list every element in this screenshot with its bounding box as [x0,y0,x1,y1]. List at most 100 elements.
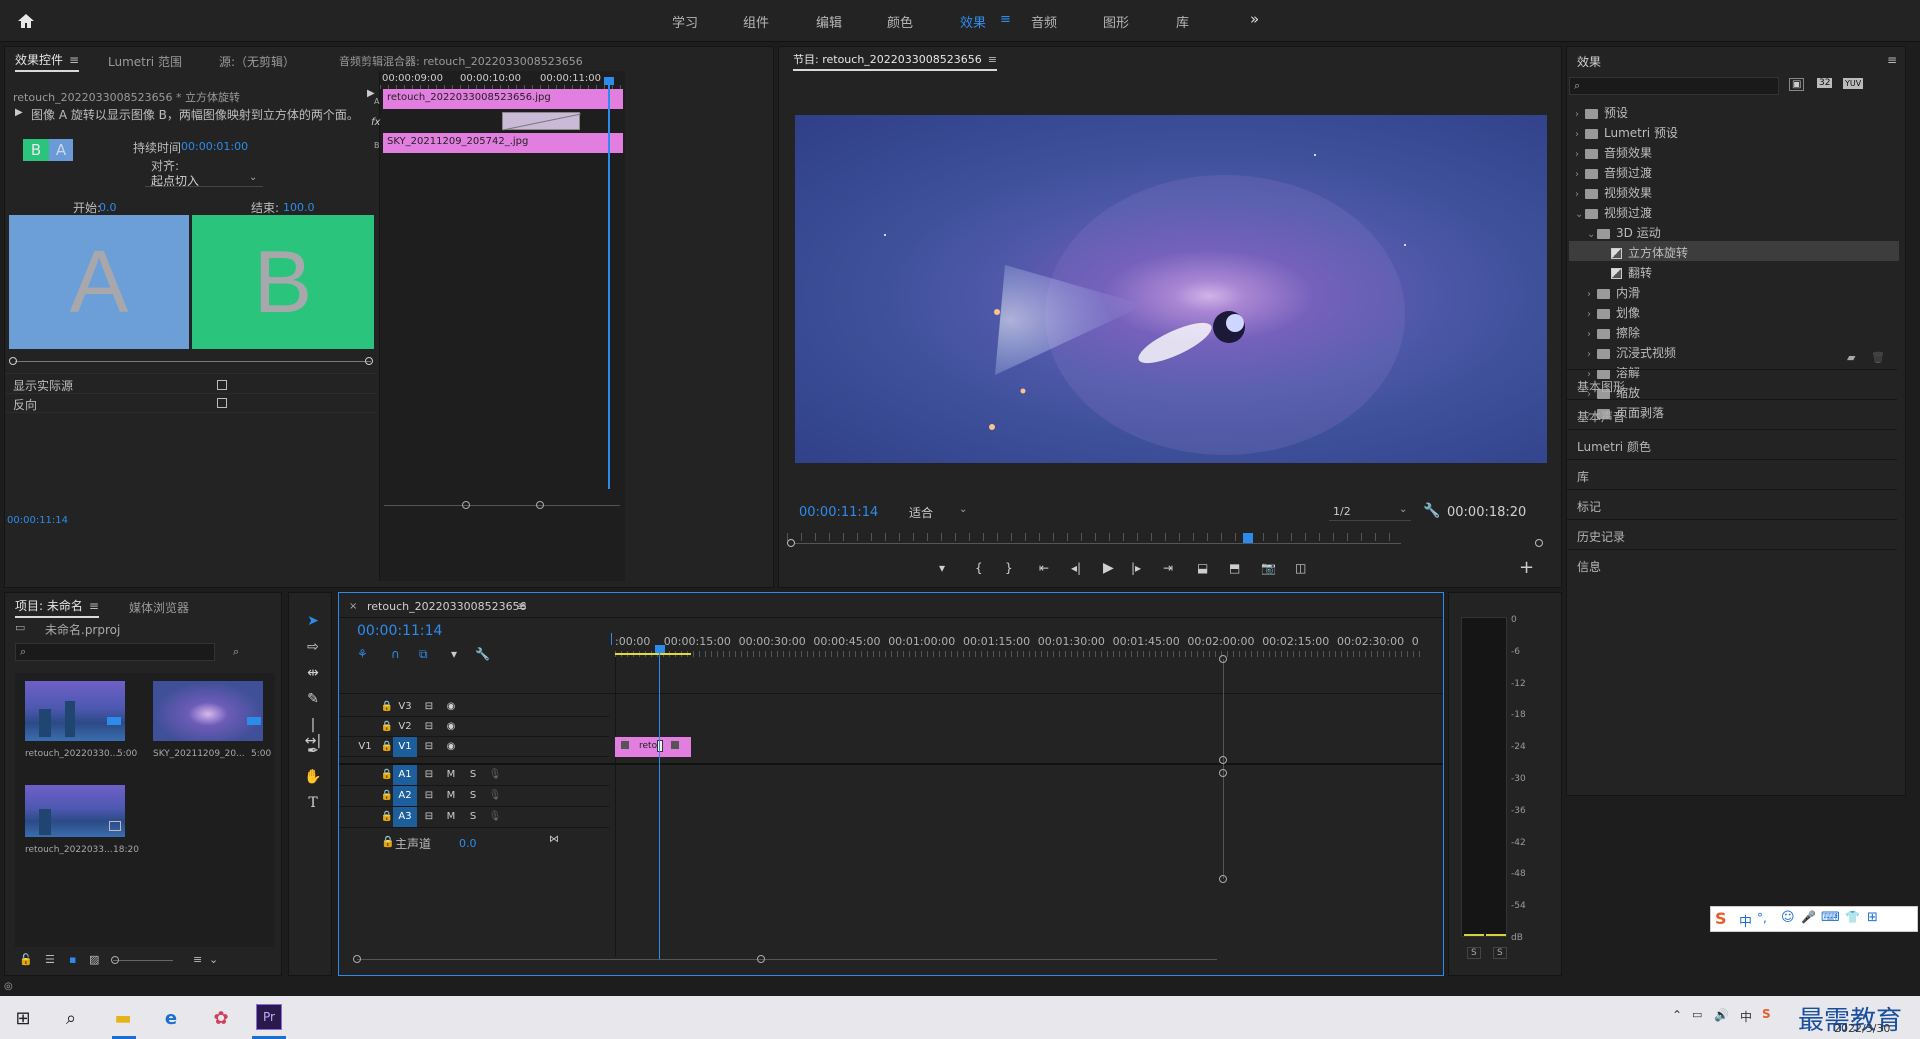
32bit-icon[interactable]: 32 [1817,78,1833,88]
chevron-down-icon[interactable]: ⌄ [1587,229,1597,240]
section-header[interactable]: 基本声音 [1567,399,1897,429]
start-handle[interactable] [9,357,17,365]
add-button-icon[interactable]: + [1519,557,1534,578]
media-thumbnail[interactable] [25,681,125,741]
track-target[interactable]: V3 [393,697,417,717]
tab-project[interactable]: 项目: 未命名 ≡ [15,597,99,618]
playhead[interactable] [608,79,610,489]
razor-icon[interactable]: ✎ [303,691,323,711]
panel-menu-icon[interactable]: ≡ [988,53,997,66]
start-end-slider[interactable] [15,361,371,362]
lock-icon[interactable]: 🔒 [381,835,395,848]
clip-b[interactable]: SKY_20211209_205742_.jpg [383,133,623,153]
align-dropdown[interactable]: 起点切入 ⌄ [145,171,263,188]
duration-value[interactable]: 00:00:01:00 [181,140,248,153]
lift-icon[interactable]: ⬓ [1197,561,1208,575]
sync-lock-icon[interactable]: ⊟ [417,765,441,785]
scroll-handle[interactable] [536,501,544,509]
sync-lock-icon[interactable]: ⊟ [417,737,441,757]
program-scrubber[interactable] [795,543,1401,544]
extract-icon[interactable]: ⬒ [1229,561,1240,575]
effects-tree-item[interactable]: ⌄ 3D 运动 [1569,221,1899,241]
scrub-end-handle[interactable] [1535,539,1543,547]
app-icon[interactable]: ✿ [206,1004,236,1034]
accelerated-effects-icon[interactable]: ▣ [1789,78,1805,91]
eye-icon[interactable]: ◉ [439,697,463,717]
play-icon[interactable]: ▶ [1103,560,1114,576]
mute-button[interactable]: M [439,765,463,785]
section-header[interactable]: 基本图形 [1567,369,1897,399]
section-header[interactable]: 历史记录 [1567,519,1897,549]
effects-tree-item[interactable]: › 擦除 [1569,321,1899,341]
timeline-playhead[interactable] [659,649,660,959]
solo-button[interactable]: S [461,786,485,806]
program-playhead[interactable] [1242,533,1253,543]
section-header[interactable]: 库 [1567,459,1897,489]
chevron-right-icon[interactable]: › [1575,169,1585,180]
chevron-down-icon[interactable]: ⌄ [209,953,218,966]
chevron-right-icon[interactable]: › [1587,329,1597,340]
work-area-bar[interactable] [615,653,691,655]
section-header[interactable]: 信息 [1567,549,1897,579]
file-explorer-icon[interactable]: ▬ [108,1004,138,1034]
effects-tree-item[interactable]: ⌄ 视频过渡 [1569,201,1899,221]
close-icon[interactable]: × [349,601,357,612]
sogou-tray-icon[interactable]: S [1762,1007,1771,1021]
home-icon[interactable] [16,11,36,31]
play-preview-icon[interactable]: ▶ [15,107,23,118]
comparison-view-icon[interactable]: ◫ [1295,561,1306,575]
go-to-in-icon[interactable]: ⇤ [1039,561,1049,575]
solo-left-button[interactable]: S [1467,947,1481,959]
yuv-icon[interactable]: YUV [1843,78,1864,89]
timeline-clip[interactable]: reto [615,737,691,757]
resolution-dropdown[interactable]: 1/2 ⌄ [1329,503,1411,521]
chevron-right-icon[interactable]: › [1587,349,1597,360]
search-icon[interactable]: ⌕ [56,1004,86,1034]
zoom-scrollbar[interactable] [384,505,620,506]
effects-tree-item[interactable]: › 音频过渡 [1569,161,1899,181]
eye-icon[interactable]: ◉ [439,717,463,737]
timeline-timecode[interactable]: 00:00:11:14 [357,623,442,639]
solo-right-button[interactable]: S [1493,947,1507,959]
tab-libraries[interactable]: 库 [1176,12,1189,31]
project-search-input[interactable]: ⌕ [15,643,215,661]
freeform-view-icon[interactable]: ▨ [89,953,99,966]
step-back-icon[interactable]: ◂| [1071,561,1081,575]
snap-icon[interactable]: ∩ [391,647,400,661]
edge-icon[interactable]: e [156,1004,186,1034]
reverse-checkbox[interactable] [217,398,227,408]
scrub-start-handle[interactable] [787,539,795,547]
show-source-checkbox[interactable] [217,380,227,390]
sync-lock-icon[interactable]: ⊟ [417,786,441,806]
toolbox-icon[interactable]: ⊞ [1867,910,1878,925]
end-value[interactable]: 100.0 [283,201,315,214]
chevron-right-icon[interactable]: › [1587,289,1597,300]
track-target[interactable]: A2 [393,786,417,806]
timeline-ruler[interactable]: :00:00 00:00:15:00 00:00:30:00 00:00:45:00 0… [615,635,1423,651]
nest-icon[interactable]: ⚘ [357,647,368,661]
mark-in-icon[interactable]: { [975,561,983,575]
track-target[interactable]: A3 [393,807,417,827]
type-tool-icon[interactable]: T [303,795,323,815]
slip-icon[interactable]: |↔| [303,717,323,749]
effects-tree-item[interactable]: › 音频效果 [1569,141,1899,161]
panel-menu-icon[interactable]: ≡ [517,599,527,613]
sync-lock-icon[interactable]: ⊟ [417,807,441,827]
microphone-icon[interactable]: 🎙 [483,786,507,806]
media-thumbnail[interactable] [153,681,263,741]
icon-view-icon[interactable]: ▪ [69,953,76,966]
sort-icon[interactable]: ≡ [193,953,202,966]
new-bin-icon[interactable]: ▰ [1847,351,1855,364]
track-target[interactable]: V1 [393,737,417,757]
tab-graphics[interactable]: 图形 [1103,12,1129,31]
skin-icon[interactable]: 👕 [1845,910,1860,924]
windows-start-icon[interactable]: ⊞ [8,1004,38,1034]
program-title[interactable]: 节目: retouch_2022033008523656 ≡ [793,51,997,71]
ime-mode[interactable]: 中 [1739,911,1752,930]
start-value[interactable]: 0.0 [99,201,117,214]
chevron-down-icon[interactable]: ⌄ [1575,209,1585,220]
delete-icon[interactable]: 🗑 [1871,351,1885,364]
chevron-right-icon[interactable]: › [1575,189,1585,200]
zoom-dropdown[interactable]: 适合 ⌄ [905,503,971,521]
network-icon[interactable]: ▭ [1692,1008,1702,1021]
